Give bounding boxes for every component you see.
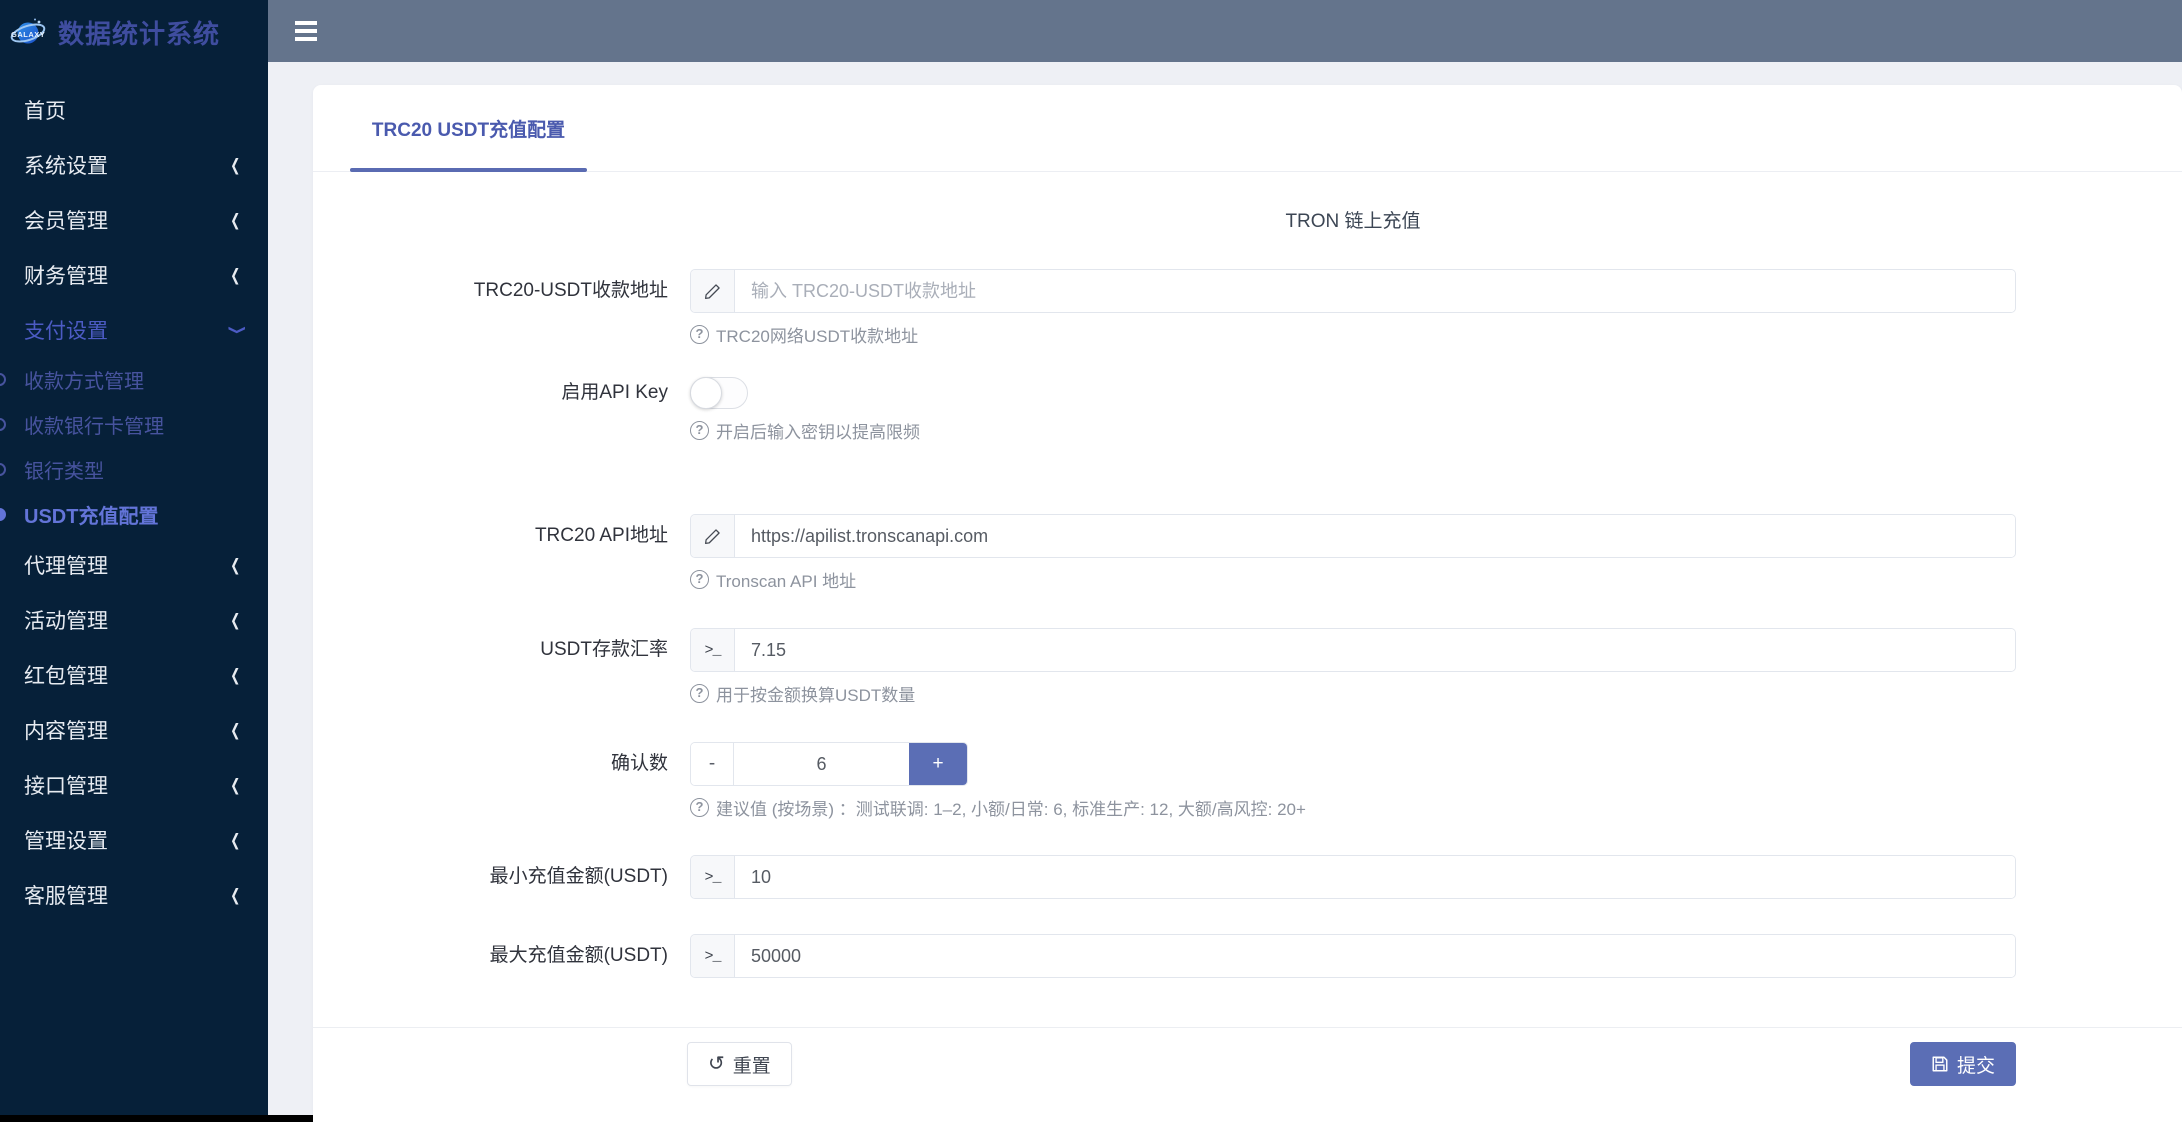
brand: GALAXY 数据统计系统 bbox=[0, 0, 268, 64]
field-enable-api-key: 启用API Key ? 开启后输入密钥以提高限频 bbox=[313, 377, 2016, 443]
field-confirmations: 确认数 - 6 + ? 建议值 (按场景) ：测试联调: 1–2, 小额/日常:… bbox=[313, 742, 2016, 820]
window-bottom-strip bbox=[0, 1115, 313, 1122]
usdt-address-input[interactable] bbox=[735, 270, 2015, 312]
field-help: ? Tronscan API 地址 bbox=[690, 567, 2016, 592]
question-circle-icon: ? bbox=[690, 421, 709, 440]
chevron-left-icon: ❮ bbox=[230, 775, 241, 795]
chevron-left-icon: ❮ bbox=[230, 265, 241, 285]
field-label: USDT存款汇率 bbox=[540, 639, 668, 660]
svg-text:GALAXY: GALAXY bbox=[11, 30, 45, 39]
field-api-url: TRC20 API地址 ? Tronscan API 地址 bbox=[313, 514, 2016, 592]
sidebar-subitem-payment-method[interactable]: 收款方式管理 bbox=[0, 357, 268, 402]
galaxy-logo-icon: GALAXY bbox=[10, 18, 46, 44]
sidebar-item-finance-management[interactable]: 财务管理 ❮ bbox=[0, 247, 268, 302]
chevron-down-icon: ❮ bbox=[226, 324, 246, 335]
pencil-icon bbox=[691, 270, 735, 312]
hamburger-menu-icon[interactable] bbox=[295, 16, 325, 46]
sidebar: GALAXY 数据统计系统 首页 系统设置 ❮ 会员管理 ❮ 财务管理 ❮ 支付… bbox=[0, 0, 268, 1122]
tab-trc20-usdt-config[interactable]: TRC20 USDT充值配置 bbox=[350, 84, 587, 172]
sidebar-nav: 首页 系统设置 ❮ 会员管理 ❮ 财务管理 ❮ 支付设置 ❮ 收款方式管理 收款… bbox=[0, 82, 268, 922]
chevron-left-icon: ❮ bbox=[230, 885, 241, 905]
bullet-icon bbox=[0, 508, 6, 521]
reset-icon: ↺ bbox=[708, 1053, 725, 1075]
sidebar-item-content-management[interactable]: 内容管理 ❮ bbox=[0, 702, 268, 757]
chevron-left-icon: ❮ bbox=[230, 610, 241, 630]
field-help: ? 用于按金额换算USDT数量 bbox=[690, 681, 2016, 706]
field-help: ? TRC20网络USDT收款地址 bbox=[690, 322, 2016, 347]
field-label: 确认数 bbox=[610, 753, 668, 774]
sidebar-subitem-bank-card[interactable]: 收款银行卡管理 bbox=[0, 402, 268, 447]
question-circle-icon: ? bbox=[690, 325, 709, 344]
sidebar-item-payment-settings[interactable]: 支付设置 ❮ bbox=[0, 302, 268, 357]
field-label: TRC20 API地址 bbox=[534, 525, 668, 546]
field-max-amount: 最大充值金额(USDT) >_ bbox=[313, 934, 2016, 978]
confirmations-value[interactable]: 6 bbox=[734, 743, 909, 785]
field-help: ? 建议值 (按场景) ：测试联调: 1–2, 小额/日常: 6, 标准生产: … bbox=[690, 795, 2016, 820]
field-usdt-address: TRC20-USDT收款地址 ? TRC20网络USDT收款地址 bbox=[313, 269, 2016, 347]
question-circle-icon: ? bbox=[690, 798, 709, 817]
save-icon bbox=[1932, 1056, 1948, 1072]
submit-button[interactable]: 提交 bbox=[1909, 1042, 2016, 1086]
min-amount-input[interactable] bbox=[735, 856, 2015, 898]
field-label: 最大充值金额(USDT) bbox=[489, 945, 668, 966]
sidebar-item-api-management[interactable]: 接口管理 ❮ bbox=[0, 757, 268, 812]
sidebar-item-customer-service[interactable]: 客服管理 ❮ bbox=[0, 867, 268, 922]
chevron-left-icon: ❮ bbox=[230, 555, 241, 575]
field-deposit-rate: USDT存款汇率 >_ ? 用于按金额换算USDT数量 bbox=[313, 628, 2016, 706]
field-label: TRC20-USDT收款地址 bbox=[473, 280, 668, 301]
api-key-toggle[interactable] bbox=[690, 377, 748, 409]
sidebar-item-agent-management[interactable]: 代理管理 ❮ bbox=[0, 537, 268, 592]
topbar bbox=[268, 0, 2182, 62]
pencil-icon bbox=[691, 515, 735, 557]
terminal-icon: >_ bbox=[691, 856, 735, 898]
max-amount-input[interactable] bbox=[735, 935, 2015, 977]
toggle-knob bbox=[690, 377, 722, 409]
bullet-icon bbox=[0, 463, 6, 476]
form-footer: ↺ 重置 提交 bbox=[313, 1027, 2182, 1122]
terminal-icon: >_ bbox=[691, 629, 735, 671]
sidebar-subitem-usdt-recharge-config[interactable]: USDT充值配置 bbox=[0, 492, 268, 537]
sidebar-item-admin-settings[interactable]: 管理设置 ❮ bbox=[0, 812, 268, 867]
sidebar-item-member-management[interactable]: 会员管理 ❮ bbox=[0, 192, 268, 247]
chevron-left-icon: ❮ bbox=[230, 210, 241, 230]
chevron-left-icon: ❮ bbox=[230, 720, 241, 740]
field-label: 启用API Key bbox=[561, 382, 668, 403]
field-help: ? 开启后输入密钥以提高限频 bbox=[690, 418, 2016, 443]
stepper-decrease-button[interactable]: - bbox=[691, 743, 734, 785]
confirmations-stepper: - 6 + bbox=[690, 742, 968, 786]
chevron-left-icon: ❮ bbox=[230, 665, 241, 685]
config-form: TRON 链上充值 TRC20-USDT收款地址 ? TRC20网络USDT收款… bbox=[313, 206, 2182, 978]
bullet-icon bbox=[0, 418, 6, 431]
reset-button[interactable]: ↺ 重置 bbox=[687, 1042, 792, 1086]
chevron-left-icon: ❮ bbox=[230, 830, 241, 850]
chevron-left-icon: ❮ bbox=[230, 155, 241, 175]
sidebar-item-activity-management[interactable]: 活动管理 ❮ bbox=[0, 592, 268, 647]
content-card: TRC20 USDT充值配置 TRON 链上充值 TRC20-USDT收款地址 … bbox=[313, 85, 2182, 1122]
question-circle-icon: ? bbox=[690, 684, 709, 703]
sidebar-item-system-settings[interactable]: 系统设置 ❮ bbox=[0, 137, 268, 192]
tab-bar: TRC20 USDT充值配置 bbox=[313, 85, 2182, 172]
bullet-icon bbox=[0, 373, 6, 386]
api-url-input[interactable] bbox=[735, 515, 2015, 557]
field-label: 最小充值金额(USDT) bbox=[489, 866, 668, 887]
app-title: 数据统计系统 bbox=[58, 18, 221, 49]
sidebar-item-home[interactable]: 首页 bbox=[0, 82, 268, 137]
section-title: TRON 链上充值 bbox=[1285, 211, 1421, 232]
question-circle-icon: ? bbox=[690, 570, 709, 589]
field-min-amount: 最小充值金额(USDT) >_ bbox=[313, 855, 2016, 899]
sidebar-item-redpacket-management[interactable]: 红包管理 ❮ bbox=[0, 647, 268, 702]
terminal-icon: >_ bbox=[691, 935, 735, 977]
deposit-rate-input[interactable] bbox=[735, 629, 2015, 671]
stepper-increase-button[interactable]: + bbox=[909, 743, 967, 785]
sidebar-subitem-bank-type[interactable]: 银行类型 bbox=[0, 447, 268, 492]
